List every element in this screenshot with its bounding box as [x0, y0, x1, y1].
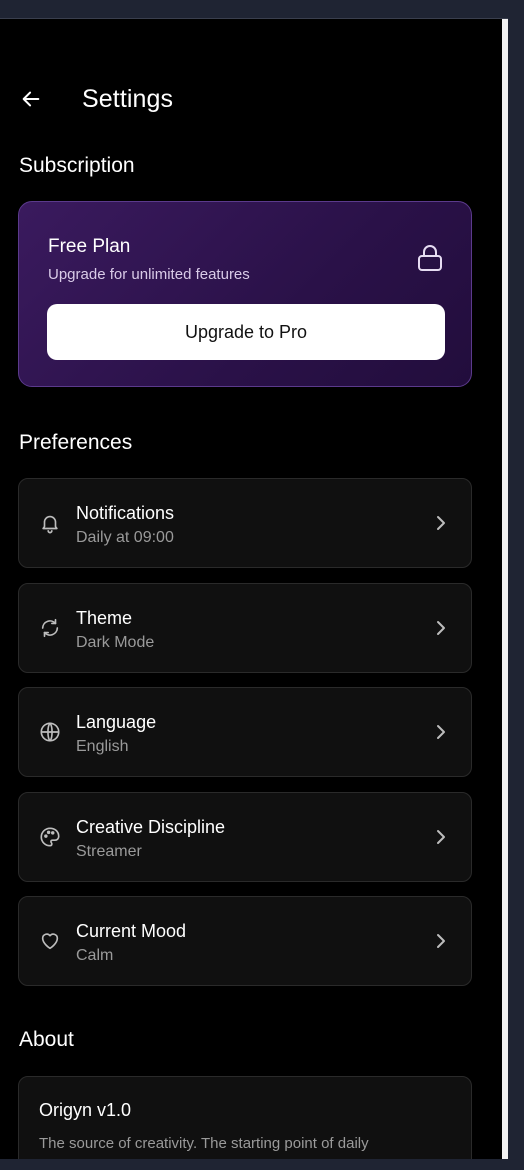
- plan-name: Free Plan: [48, 236, 131, 257]
- pref-value: English: [76, 738, 129, 755]
- plan-subtitle: Upgrade for unlimited features: [48, 266, 250, 283]
- pref-label: Theme: [76, 608, 133, 628]
- globe-icon: [40, 722, 60, 742]
- pref-value: Dark Mode: [76, 634, 155, 651]
- app-version: Origyn v1.0: [39, 1100, 132, 1120]
- pref-label: Current Mood: [76, 921, 187, 941]
- pref-value: Calm: [76, 947, 114, 964]
- pref-label: Notifications: [76, 503, 175, 523]
- pref-item-notifications[interactable]: Notifications Daily at 09:00: [18, 478, 472, 568]
- section-title-about: About: [19, 1028, 74, 1051]
- scrollbar[interactable]: [502, 19, 508, 1159]
- pref-label: Language: [76, 712, 157, 732]
- palette-icon: [40, 827, 60, 847]
- app-screen: Settings Subscription Free Plan Upgrade …: [0, 18, 508, 1159]
- pref-item-theme[interactable]: Theme Dark Mode: [18, 583, 472, 673]
- section-title-preferences: Preferences: [19, 431, 133, 454]
- pref-item-current-mood[interactable]: Current Mood Calm: [18, 896, 472, 986]
- chevron-right-icon: [437, 725, 445, 739]
- chevron-right-icon: [437, 934, 445, 948]
- chevron-right-icon: [437, 830, 445, 844]
- back-button[interactable]: [20, 79, 64, 119]
- chevron-right-icon: [437, 621, 445, 635]
- app-description: The source of creativity. The starting p…: [39, 1135, 369, 1152]
- pref-value: Daily at 09:00: [76, 529, 174, 546]
- section-title-subscription: Subscription: [19, 154, 135, 177]
- page-title: Settings: [82, 84, 174, 113]
- arrow-left-icon: [22, 91, 40, 107]
- refresh-icon: [41, 618, 59, 638]
- about-card: Origyn v1.0 The source of creativity. Th…: [18, 1076, 472, 1159]
- subscription-card: Free Plan Upgrade for unlimited features…: [18, 201, 472, 387]
- pref-value: Streamer: [76, 843, 142, 860]
- pref-item-language[interactable]: Language English: [18, 687, 472, 777]
- heart-icon: [41, 933, 59, 950]
- pref-item-creative-discipline[interactable]: Creative Discipline Streamer: [18, 792, 472, 882]
- pref-label: Creative Discipline: [76, 817, 226, 837]
- lock-icon: [417, 244, 443, 277]
- upgrade-to-pro-button[interactable]: Upgrade to Pro: [47, 304, 445, 360]
- chevron-right-icon: [437, 516, 445, 530]
- bell-icon: [42, 515, 58, 534]
- header: Settings: [0, 79, 173, 119]
